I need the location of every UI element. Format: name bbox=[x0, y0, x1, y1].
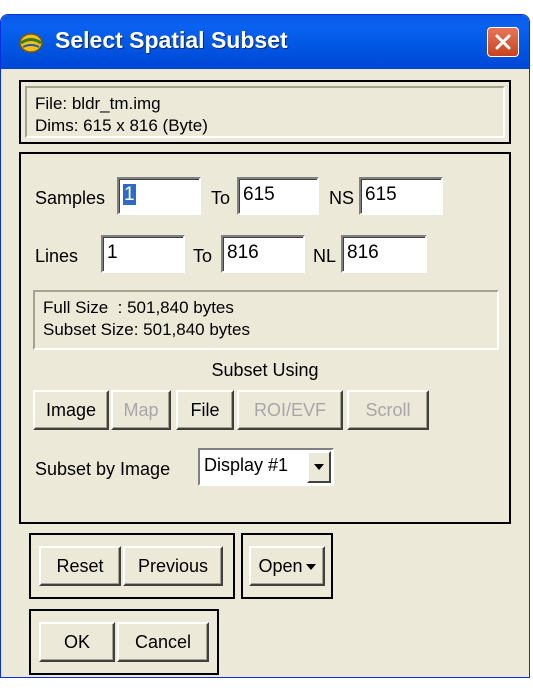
display-select-value: Display #1 bbox=[204, 455, 289, 475]
ok-cancel-frame: OK Cancel bbox=[29, 609, 219, 675]
size-info-panel: Full Size : 501,840 bytes Subset Size: 5… bbox=[33, 290, 499, 350]
subset-size-text: Subset Size: 501,840 bytes bbox=[43, 320, 250, 339]
subset-frame: Samples 1 To 615 NS 615 Lines 1 To 816 N… bbox=[19, 152, 511, 524]
nl-field[interactable]: 816 bbox=[341, 235, 427, 273]
open-frame: Open bbox=[241, 533, 333, 599]
title-bar[interactable]: Select Spatial Subset bbox=[1, 15, 529, 69]
subset-using-heading: Subset Using bbox=[211, 360, 319, 380]
reset-button[interactable]: Reset bbox=[39, 546, 121, 586]
cancel-button[interactable]: Cancel bbox=[117, 622, 209, 662]
dims-text: Dims: 615 x 816 (Byte) bbox=[35, 116, 208, 135]
display-select[interactable]: Display #1 bbox=[198, 448, 334, 486]
subset-scroll-button[interactable]: Scroll bbox=[347, 390, 429, 430]
open-button-label: Open bbox=[258, 556, 303, 576]
samples-to-label: To bbox=[211, 188, 231, 208]
ns-field[interactable]: 615 bbox=[359, 177, 443, 215]
close-button[interactable] bbox=[487, 27, 519, 57]
lines-from-field[interactable]: 1 bbox=[101, 235, 185, 273]
subset-file-button[interactable]: File bbox=[176, 390, 234, 430]
file-info-panel: File: bldr_tm.img Dims: 615 x 816 (Byte) bbox=[25, 86, 505, 138]
full-size-text: Full Size : 501,840 bytes bbox=[43, 298, 234, 317]
close-icon bbox=[495, 34, 511, 50]
lines-label: Lines bbox=[35, 246, 79, 266]
dropdown-arrow-icon bbox=[305, 563, 316, 570]
select-spatial-subset-dialog: Select Spatial Subset File: bldr_tm.img … bbox=[0, 14, 530, 678]
samples-from-value: 1 bbox=[123, 184, 136, 205]
subset-roi-evf-button[interactable]: ROI/EVF bbox=[237, 390, 343, 430]
chevron-down-icon bbox=[314, 464, 324, 470]
samples-from-field[interactable]: 1 bbox=[117, 177, 201, 215]
envi-globe-icon bbox=[17, 31, 45, 55]
file-name-text: File: bldr_tm.img bbox=[35, 94, 161, 113]
lines-to-label: To bbox=[193, 246, 213, 266]
window-title: Select Spatial Subset bbox=[55, 27, 288, 53]
samples-to-field[interactable]: 615 bbox=[237, 177, 319, 215]
dialog-body: File: bldr_tm.img Dims: 615 x 816 (Byte)… bbox=[1, 69, 529, 677]
samples-label: Samples bbox=[35, 188, 106, 208]
ns-label: NS bbox=[329, 188, 355, 208]
open-button[interactable]: Open bbox=[249, 546, 325, 586]
file-info-frame: File: bldr_tm.img Dims: 615 x 816 (Byte) bbox=[19, 80, 511, 144]
subset-image-button[interactable]: Image bbox=[33, 390, 109, 430]
reset-previous-frame: Reset Previous bbox=[29, 533, 235, 599]
ok-button[interactable]: OK bbox=[39, 622, 115, 662]
subset-map-button[interactable]: Map bbox=[111, 390, 171, 430]
subset-by-image-label: Subset by Image bbox=[35, 459, 171, 479]
lines-to-field[interactable]: 816 bbox=[221, 235, 305, 273]
display-select-arrow[interactable] bbox=[307, 451, 331, 483]
nl-label: NL bbox=[313, 246, 337, 266]
previous-button[interactable]: Previous bbox=[123, 546, 223, 586]
